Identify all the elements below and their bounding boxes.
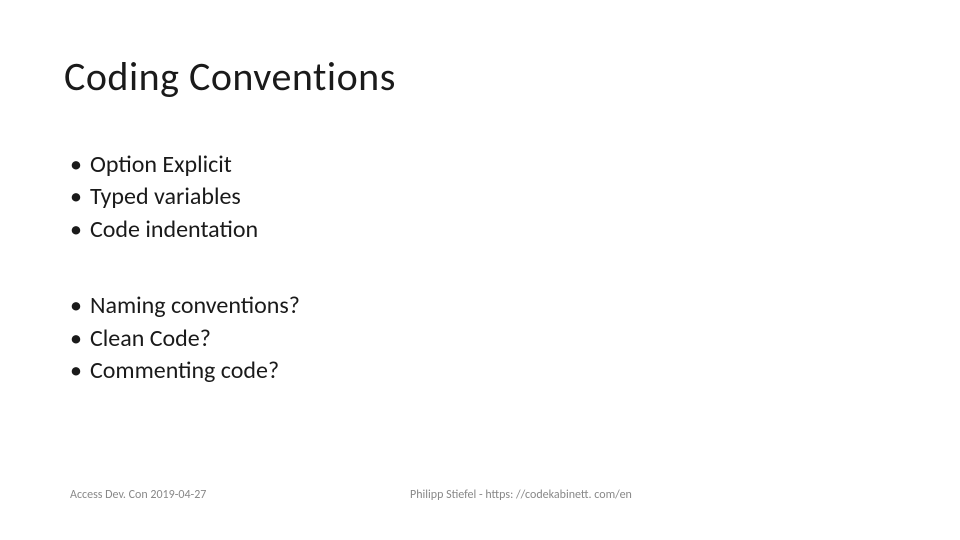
footer-left: Access Dev. Con 2019-04-27 [70,488,410,502]
bullet-item: • Typed variables [70,181,896,213]
bullet-item: • Commenting code? [70,355,896,387]
slide: Coding Conventions • Option Explicit • T… [0,0,960,540]
bullet-icon: • [70,214,82,246]
bullet-icon: • [70,290,82,322]
bullet-text: Option Explicit [90,149,232,181]
footer-right: Philipp Stiefel - https: //codekabinett.… [410,488,896,502]
slide-footer: Access Dev. Con 2019-04-27 Philipp Stief… [0,488,960,502]
bullet-group-2: • Naming conventions? • Clean Code? • Co… [70,290,896,387]
bullet-text: Code indentation [90,214,258,246]
bullet-icon: • [70,355,82,387]
bullet-item: • Clean Code? [70,323,896,355]
bullet-icon: • [70,149,82,181]
bullet-group-1: • Option Explicit • Typed variables • Co… [70,149,896,246]
bullet-text: Typed variables [90,181,241,213]
bullet-text: Clean Code? [90,323,211,355]
bullet-icon: • [70,181,82,213]
bullet-text: Naming conventions? [90,290,300,322]
bullet-item: • Option Explicit [70,149,896,181]
slide-title: Coding Conventions [64,52,896,101]
slide-content: • Option Explicit • Typed variables • Co… [64,149,896,387]
bullet-item: • Naming conventions? [70,290,896,322]
bullet-item: • Code indentation [70,214,896,246]
bullet-icon: • [70,323,82,355]
bullet-text: Commenting code? [90,355,279,387]
